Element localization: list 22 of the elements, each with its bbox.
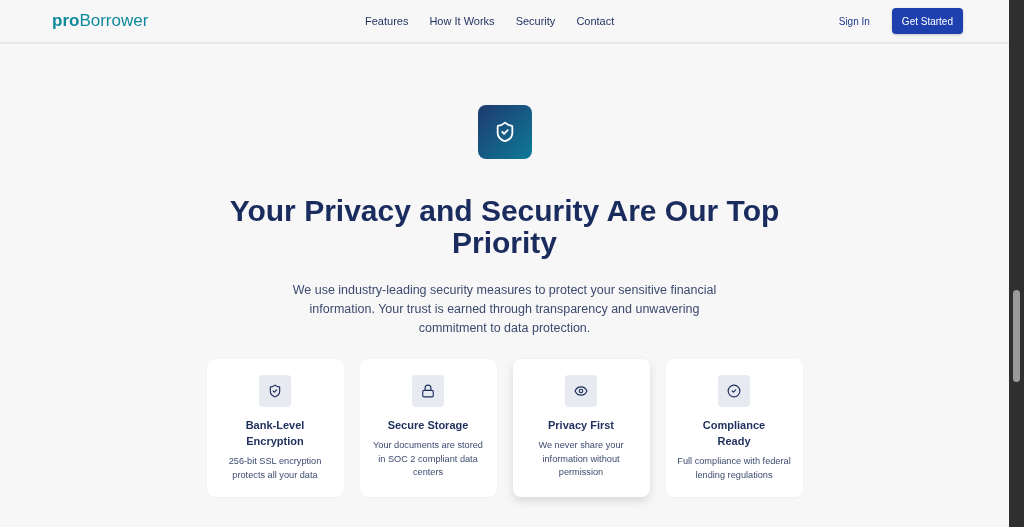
get-started-button[interactable]: Get Started <box>891 8 963 34</box>
feature-title: Bank-Level Encryption <box>244 418 306 449</box>
scrollbar[interactable] <box>1009 0 1024 527</box>
feature-title: Privacy First <box>546 418 615 433</box>
feature-description: Full compliance with federal lending regulations <box>676 455 792 482</box>
feature-description: We never share your information without permission <box>537 439 625 479</box>
nav-link[interactable]: How It Works <box>429 15 495 27</box>
hero-title: Your Privacy and Security Are Our Top Priority <box>228 195 781 259</box>
feature-description: Your documents are stored in SOC 2 compliant data centers <box>372 439 484 479</box>
sign-in-link[interactable]: Sign In <box>838 15 870 27</box>
shield-check-icon <box>477 105 532 159</box>
hero-description: We use industry-leading security measures to protect your sensitive financial information. Your trust is earned through transparency and unwavering commitment to data protection. <box>291 282 718 337</box>
feature-title: Compliance Ready <box>701 418 767 449</box>
feature-description: 256-bit SSL encryption protects all your data <box>227 455 323 482</box>
brand-logo[interactable]: proBorrower <box>52 11 365 31</box>
nav-link[interactable]: Features <box>365 15 409 27</box>
eye-icon <box>565 375 597 407</box>
feature-title: Secure Storage <box>386 418 470 433</box>
lock-icon <box>412 375 444 407</box>
nav-link[interactable]: Contact <box>576 15 615 27</box>
nav-link[interactable]: Security <box>515 15 556 27</box>
shield-check-icon <box>259 375 291 407</box>
